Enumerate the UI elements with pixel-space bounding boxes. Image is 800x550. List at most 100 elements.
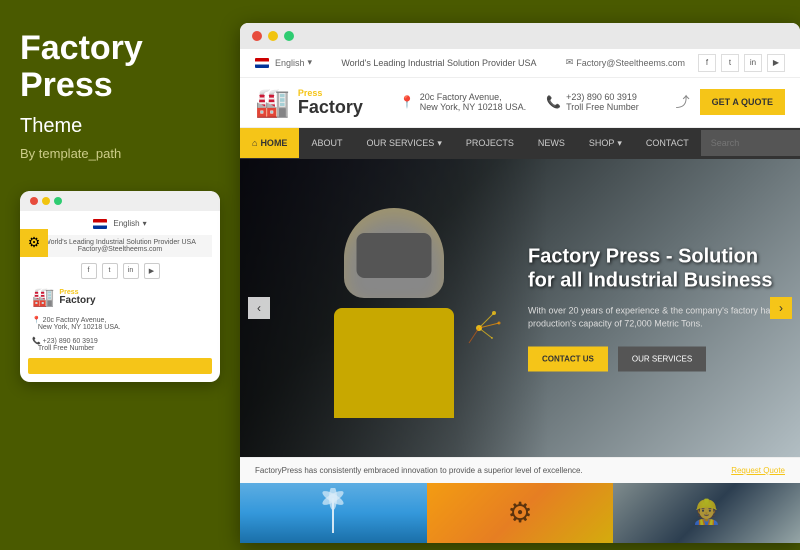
thumbnail-row: ⚙ 👷 <box>240 483 800 543</box>
mobile-social: f t in ▶ <box>28 263 212 279</box>
hero-buttons: CONTACT US OUR SERVICES <box>528 346 780 371</box>
header-right: ⤴ GET A QUOTE <box>676 89 785 115</box>
flag-icon-browser <box>255 58 269 68</box>
header-address-item: 📍 20c Factory Avenue, New York, NY 10218… <box>400 92 526 112</box>
thumb-workers: 👷 <box>613 483 800 543</box>
facebook-btn[interactable]: f <box>698 54 716 72</box>
info-bar-lang[interactable]: English ▾ <box>255 57 312 68</box>
mobile-youtube-icon[interactable]: ▶ <box>144 263 160 279</box>
nav-our-services[interactable]: OUR SERVICES ▾ <box>354 128 453 159</box>
mobile-linkedin-icon[interactable]: in <box>123 263 139 279</box>
nav-home[interactable]: ⌂ HOME <box>240 128 299 158</box>
spark-area <box>454 303 504 358</box>
browser-titlebar <box>240 23 800 49</box>
nav-search-area: 🔍 <box>701 130 800 157</box>
header-phone-item: 📞 +23) 890 60 3919 Troll Free Number <box>546 92 639 112</box>
bottom-bar-text: FactoryPress has consistently embraced i… <box>255 466 583 475</box>
hero-description: With over 20 years of experience & the c… <box>528 304 780 331</box>
theme-by: By template_path <box>20 146 220 161</box>
header-phone: +23) 890 60 3919 Troll Free Number <box>566 92 639 112</box>
logo-text-area: Press Factory <box>298 89 363 116</box>
slider-prev-button[interactable]: ‹ <box>248 297 270 319</box>
mobile-twitter-icon[interactable]: t <box>102 263 118 279</box>
search-input[interactable] <box>701 130 800 156</box>
browser-dot-yellow <box>268 31 278 41</box>
chevron-down-icon-shop: ▾ <box>617 138 622 149</box>
bottom-bar: FactoryPress has consistently embraced i… <box>240 457 800 483</box>
thumb-helmet-bg: 👷 <box>613 483 800 543</box>
twitter-btn[interactable]: t <box>721 54 739 72</box>
helmet-visor <box>357 233 432 278</box>
mobile-logo-text: Press Factory <box>59 289 95 306</box>
info-bar-tagline: World's Leading Industrial Solution Prov… <box>341 58 536 68</box>
welder-figure <box>240 159 548 457</box>
share-icon[interactable]: ⤴ <box>676 92 690 112</box>
thumb-machinery: ⚙ <box>427 483 614 543</box>
logo-area: 🏭 Press Factory <box>255 86 363 119</box>
browser-dot-green <box>284 31 294 41</box>
mobile-lang-arrow: ▾ <box>143 219 147 228</box>
info-bar-social: f t in ▶ <box>698 54 785 72</box>
theme-title: Factory Press <box>20 30 220 105</box>
request-quote-link[interactable]: Request Quote <box>731 466 785 475</box>
youtube-btn[interactable]: ▶ <box>767 54 785 72</box>
header-address: 20c Factory Avenue, New York, NY 10218 U… <box>420 92 526 112</box>
logo-icon: 🏭 <box>255 86 290 119</box>
left-panel: Factory Press Theme By template_path ⚙ E… <box>0 0 240 550</box>
nav-contact[interactable]: CONTACT <box>634 128 701 158</box>
site-header: 🏭 Press Factory 📍 20c Factory Avenue, Ne… <box>240 78 800 128</box>
info-bar: English ▾ World's Leading Industrial Sol… <box>240 49 800 78</box>
hero-text-area: Factory Press - Solution for all Industr… <box>528 244 780 371</box>
contact-us-button[interactable]: CONTACT US <box>528 346 608 371</box>
theme-subtitle: Theme <box>20 115 220 138</box>
welder-shape <box>304 198 484 418</box>
browser-window: English ▾ World's Leading Industrial Sol… <box>240 23 800 543</box>
gear-icon-mobile[interactable]: ⚙ <box>20 229 48 257</box>
dot-green <box>54 197 62 205</box>
address-icon: 📍 <box>400 95 415 109</box>
thumb-wind-bg <box>240 483 427 543</box>
mobile-info-bar: World's Leading Industrial Solution Prov… <box>28 235 212 257</box>
gear-button-mobile[interactable]: ⚙ <box>20 229 48 257</box>
hero-section: ‹ Factory Press - Solution for all Indus… <box>240 159 800 457</box>
dot-yellow <box>42 197 50 205</box>
mobile-card-body: English ▾ World's Leading Industrial Sol… <box>20 211 220 382</box>
slider-next-button[interactable]: › <box>770 297 792 319</box>
mobile-get-quote-btn[interactable] <box>28 358 212 374</box>
browser-dot-red <box>252 31 262 41</box>
get-quote-button[interactable]: GET A QUOTE <box>700 89 785 115</box>
thumb-wind-turbines <box>240 483 427 543</box>
our-services-button[interactable]: OUR SERVICES <box>618 346 706 371</box>
mobile-facebook-icon[interactable]: f <box>81 263 97 279</box>
info-bar-right: ✉ Factory@Steeltheems.com f t in ▶ <box>566 54 785 72</box>
logo-factory: Factory <box>298 98 363 116</box>
header-contact: 📍 20c Factory Avenue, New York, NY 10218… <box>400 92 639 112</box>
nav-projects[interactable]: PROJECTS <box>454 128 526 158</box>
mobile-lang-label: English <box>113 219 139 228</box>
linkedin-btn[interactable]: in <box>744 54 762 72</box>
mobile-lang-bar: English ▾ <box>28 219 212 229</box>
info-bar-email: Factory@Steeltheems.com <box>576 58 685 68</box>
flag-icon <box>93 219 107 229</box>
mobile-preview-card: ⚙ English ▾ World's Leading Industrial S… <box>20 191 220 382</box>
dot-red <box>30 197 38 205</box>
mobile-card-header <box>20 191 220 211</box>
thumb-gear-bg: ⚙ <box>427 483 614 543</box>
nav-news[interactable]: NEWS <box>526 128 577 158</box>
mobile-tagline: World's Leading Industrial Solution Prov… <box>34 239 206 246</box>
mobile-phone: 📞 +23) 890 60 3919 Troll Free Number <box>28 337 212 352</box>
browser-content: English ▾ World's Leading Industrial Sol… <box>240 49 800 543</box>
nav-shop[interactable]: SHOP ▾ <box>577 128 634 159</box>
mobile-address: 📍 20c Factory Avenue, New York, NY 10218… <box>28 316 212 331</box>
home-icon-nav: ⌂ <box>252 138 257 148</box>
hero-title: Factory Press - Solution for all Industr… <box>528 244 780 292</box>
browser-lang-label: English <box>275 58 305 68</box>
mobile-logo-area: 🏭 Press Factory <box>28 287 212 308</box>
phone-icon: 📞 <box>546 95 561 109</box>
nav-about[interactable]: ABOUT <box>299 128 354 158</box>
nav-bar: ⌂ HOME ABOUT OUR SERVICES ▾ PROJECTS NEW… <box>240 128 800 159</box>
lang-arrow: ▾ <box>308 57 313 68</box>
email-icon: ✉ <box>566 57 574 68</box>
mobile-logo-icon: 🏭 <box>32 287 54 308</box>
helmet-shape <box>344 208 444 298</box>
